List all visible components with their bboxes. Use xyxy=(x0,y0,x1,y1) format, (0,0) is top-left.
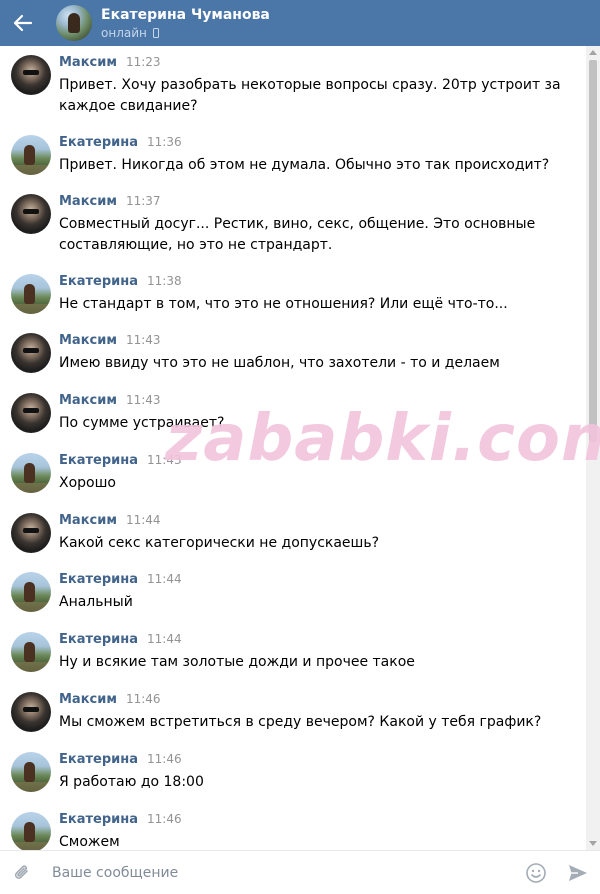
author-name[interactable]: Максим xyxy=(59,55,117,70)
message-composer xyxy=(0,850,600,894)
message-header: Екатерина 11:46 xyxy=(59,812,182,827)
message-time[interactable]: 11:44 xyxy=(147,572,182,586)
message-text: Ну и всякие там золотые дожди и прочее т… xyxy=(59,654,415,670)
author-name[interactable]: Екатерина xyxy=(59,812,138,827)
attach-button[interactable] xyxy=(0,851,44,894)
author-name[interactable]: Максим xyxy=(59,393,117,408)
message-header: Екатерина 11:44 xyxy=(59,632,182,647)
message-time[interactable]: 11:43 xyxy=(126,393,161,407)
author-name[interactable]: Екатерина xyxy=(59,135,138,150)
message-header: Екатерина 11:44 xyxy=(59,572,182,587)
contact-status: онлайн xyxy=(101,26,270,41)
message-header: Максим 11:43 xyxy=(59,393,161,408)
message-text: Привет. Никогда об этом не думала. Обычн… xyxy=(59,157,550,173)
author-name[interactable]: Екатерина xyxy=(59,453,138,468)
author-avatar[interactable] xyxy=(11,194,51,234)
message-text: Имею ввиду что это не шаблон, что захоте… xyxy=(59,355,500,371)
message-header: Екатерина 11:43 xyxy=(59,453,182,468)
scroll-up-icon[interactable] xyxy=(589,50,597,55)
message-text: Я работаю до 18:00 xyxy=(59,774,204,790)
message-header: Екатерина 11:46 xyxy=(59,752,182,767)
author-avatar[interactable] xyxy=(11,393,51,433)
send-arrow-icon xyxy=(569,864,587,881)
author-avatar[interactable] xyxy=(11,692,51,732)
message-header: Максим 11:43 xyxy=(59,333,161,348)
message-header: Максим 11:37 xyxy=(59,194,161,209)
message-time[interactable]: 11:23 xyxy=(126,55,161,69)
message-time[interactable]: 11:36 xyxy=(147,135,182,149)
arrow-left-icon xyxy=(13,14,33,32)
message-text: Не стандарт в том, что это не отношения?… xyxy=(59,296,508,312)
message-time[interactable]: 11:38 xyxy=(147,274,182,288)
message-input[interactable] xyxy=(52,857,516,888)
contact-info[interactable]: Екатерина Чуманова онлайн xyxy=(101,6,270,41)
message-time[interactable]: 11:43 xyxy=(147,453,182,467)
author-name[interactable]: Максим xyxy=(59,513,117,528)
message-list-scrollbar[interactable] xyxy=(586,46,600,850)
message-list[interactable]: Максим 11:23 Привет. Хочу разобрать неко… xyxy=(0,46,586,850)
author-avatar[interactable] xyxy=(11,453,51,493)
author-name[interactable]: Максим xyxy=(59,692,117,707)
message-time[interactable]: 11:46 xyxy=(147,752,182,766)
author-avatar[interactable] xyxy=(11,812,51,850)
author-name[interactable]: Екатерина xyxy=(59,632,138,647)
message-text: Мы сможем встретиться в среду вечером? К… xyxy=(59,714,542,730)
scrollbar-thumb[interactable] xyxy=(589,60,597,442)
scroll-down-icon[interactable] xyxy=(589,841,597,846)
author-avatar[interactable] xyxy=(11,513,51,553)
emoji-button[interactable] xyxy=(516,851,556,894)
back-button[interactable] xyxy=(0,0,46,46)
message-header: Максим 11:23 xyxy=(59,55,161,70)
author-avatar[interactable] xyxy=(11,274,51,314)
message-text: Какой секс категорически не допускаешь? xyxy=(59,535,380,551)
message-text: Сможем xyxy=(59,834,120,850)
contact-name: Екатерина Чуманова xyxy=(101,6,270,23)
author-avatar[interactable] xyxy=(11,632,51,672)
message-header: Максим 11:46 xyxy=(59,692,161,707)
paperclip-icon xyxy=(14,864,28,879)
message-header: Екатерина 11:38 xyxy=(59,274,182,289)
message-text: По сумме устраивает? xyxy=(59,415,225,431)
author-avatar[interactable] xyxy=(11,55,51,95)
message-text: Хорошо xyxy=(59,475,116,491)
message-time[interactable]: 11:44 xyxy=(147,632,182,646)
message-time[interactable]: 11:46 xyxy=(126,692,161,706)
author-name[interactable]: Екатерина xyxy=(59,752,138,767)
message-text: Привет. Хочу разобрать некоторые вопросы… xyxy=(59,77,561,114)
contact-avatar[interactable] xyxy=(56,5,92,41)
message-text: Анальный xyxy=(59,594,133,610)
author-name[interactable]: Екатерина xyxy=(59,274,138,289)
author-avatar[interactable] xyxy=(11,572,51,612)
send-button[interactable] xyxy=(556,851,600,894)
online-status-text: онлайн xyxy=(101,25,147,40)
chat-header: Екатерина Чуманова онлайн xyxy=(0,0,600,46)
message-time[interactable]: 11:44 xyxy=(126,513,161,527)
smile-icon xyxy=(526,862,546,883)
author-avatar[interactable] xyxy=(11,752,51,792)
message-time[interactable]: 11:37 xyxy=(126,194,161,208)
message-header: Максим 11:44 xyxy=(59,513,161,528)
message-header: Екатерина 11:36 xyxy=(59,135,182,150)
author-avatar[interactable] xyxy=(11,333,51,373)
message-text: Совместный досуг... Рестик, вино, секс, … xyxy=(59,216,536,253)
author-avatar[interactable] xyxy=(11,135,51,175)
message-time[interactable]: 11:46 xyxy=(147,812,182,826)
author-name[interactable]: Максим xyxy=(59,194,117,209)
author-name[interactable]: Максим xyxy=(59,333,117,348)
author-name[interactable]: Екатерина xyxy=(59,572,138,587)
message-time[interactable]: 11:43 xyxy=(126,333,161,347)
mobile-phone-icon xyxy=(152,28,159,38)
